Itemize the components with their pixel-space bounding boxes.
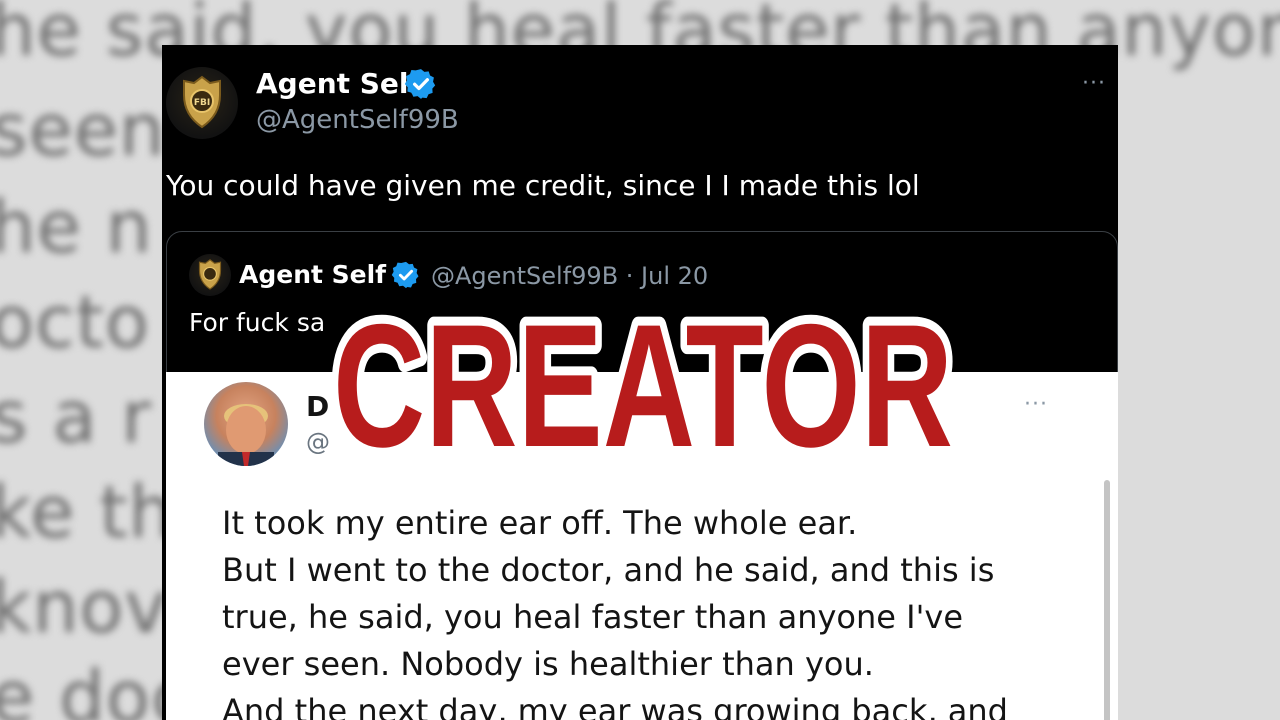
portrait-icon (218, 404, 274, 466)
fbi-badge-icon: FBI (183, 75, 221, 129)
post-line: But I went to the doctor, and he said, a… (222, 551, 995, 589)
post-line: And the next day, my ear was growing bac… (222, 692, 1008, 720)
more-options-icon[interactable]: ··· (1082, 71, 1106, 96)
svg-text:FBI: FBI (194, 98, 210, 108)
creator-overlay: CREATOR (324, 296, 962, 466)
embedded-more-icon: ··· (1024, 392, 1048, 417)
scrollbar[interactable] (1104, 480, 1110, 720)
quoted-tweet-text: For fuck sa (189, 308, 326, 337)
verified-badge-icon (404, 69, 436, 99)
creator-overlay-label: CREATOR (333, 296, 953, 466)
author-avatar[interactable]: FBI (166, 67, 238, 139)
post-line: true, he said, you heal faster than anyo… (222, 598, 963, 636)
verified-badge-icon (391, 261, 419, 289)
author-handle[interactable]: @AgentSelf99B (256, 105, 459, 135)
embedded-post-text: It took my entire ear off. The whole ear… (222, 500, 1102, 720)
author-name[interactable]: Agent Self (256, 67, 421, 100)
tweet-text: You could have given me credit, since I … (166, 169, 920, 202)
quoted-author-handle: @AgentSelf99B · Jul 20 (431, 262, 709, 290)
embedded-author-avatar (204, 382, 288, 466)
quoted-author-avatar (189, 254, 231, 296)
fbi-badge-icon (198, 259, 222, 290)
post-line: ever seen. Nobody is healthier than you. (222, 645, 874, 683)
post-line: It took my entire ear off. The whole ear… (222, 504, 858, 542)
quoted-author-name: Agent Self (239, 260, 387, 289)
